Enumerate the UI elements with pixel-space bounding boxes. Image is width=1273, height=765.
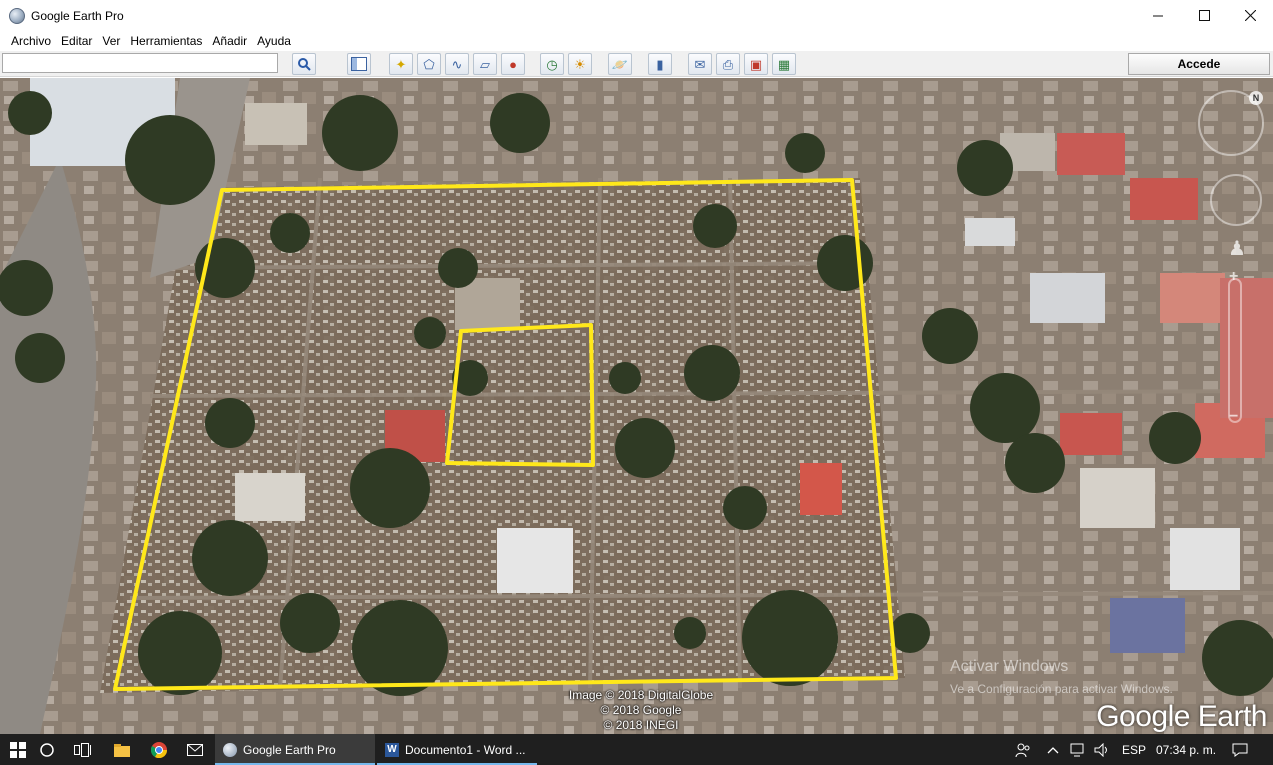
file-explorer-pin[interactable] [104,734,140,765]
email-icon: ✉ [694,56,706,72]
task-view-button[interactable] [65,734,101,765]
add-polygon-button[interactable]: ⬠ [417,53,441,75]
search-circle-icon [40,742,54,757]
email-button[interactable]: ✉ [688,53,712,75]
add-image-overlay-button[interactable]: ▱ [473,53,497,75]
attribution-line: © 2018 Google [600,703,682,717]
attribution-line: Image © 2018 DigitalGlobe [568,688,714,702]
maximize-icon [1198,10,1210,21]
ruler-button[interactable]: ▮ [648,53,672,75]
sidebar-toggle-icon [351,57,367,71]
print-icon: ⎙ [722,56,734,72]
zoom-out-icon[interactable]: − [1229,408,1238,426]
language-indicator[interactable]: ESP [1122,734,1146,765]
view-in-maps-icon: ▦ [777,56,791,72]
print-button[interactable]: ⎙ [716,53,740,75]
taskbar-app-label: Documento1 - Word ... [405,742,526,757]
chrome-pin[interactable] [141,734,177,765]
ruler-icon: ▮ [656,56,664,72]
taskbar-app-word[interactable]: W Documento1 - Word ... [377,734,537,765]
close-icon [1244,10,1256,21]
google-earth-app-icon [9,7,25,24]
word-icon: W [385,742,399,757]
close-button[interactable] [1227,0,1273,31]
historical-imagery-button[interactable]: ◷ [540,53,564,75]
minimize-icon [1152,15,1163,17]
folder-icon [114,743,130,757]
maximize-button[interactable] [1181,0,1227,31]
task-view-icon [74,742,91,757]
windows-activation-watermark: Activar Windows Ve a Configuración para … [950,658,1173,696]
mail-icon [187,743,203,756]
zoom-slider[interactable] [1228,278,1242,423]
menu-archivo[interactable]: Archivo [6,34,56,48]
map-viewport[interactable]: N ♟ + − Activar Windows Ve a Configuraci… [0,78,1273,734]
network-icon[interactable] [1070,734,1086,765]
sunlight-button[interactable]: ☀ [568,53,592,75]
search-input[interactable] [2,53,278,73]
minimize-button[interactable] [1135,0,1181,31]
save-image-button[interactable]: ▣ [744,53,768,75]
windows-logo-icon [10,741,26,758]
view-in-maps-button[interactable]: ▦ [772,53,796,75]
people-icon[interactable] [1015,734,1031,765]
switch-planet-icon: 🪐 [611,56,629,72]
watermark-line1: Activar Windows [950,658,1069,675]
search-button[interactable] [292,53,316,75]
sidebar-toggle-button[interactable] [347,53,371,75]
title-bar: Google Earth Pro [0,0,1273,31]
save-image-icon: ▣ [749,56,763,72]
toolbar: ✦ ⬠ ∿ ▱ ● ◷ ☀ 🪐 ▮ ✉ ⎙ ▣ ▦ Accede [0,51,1273,77]
show-hidden-icons-icon[interactable] [1047,734,1059,765]
add-polygon-icon: ⬠ [423,56,435,72]
taskbar-app-google-earth[interactable]: Google Earth Pro [215,734,375,765]
add-placemark-icon: ✦ [395,56,407,72]
add-path-icon: ∿ [451,56,463,72]
notifications-icon[interactable] [1232,734,1248,765]
window-title: Google Earth Pro [31,8,124,23]
historical-imagery-icon: ◷ [546,56,558,72]
menu-editar[interactable]: Editar [56,34,97,48]
accede-button[interactable]: Accede [1128,53,1270,75]
record-tour-icon: ● [509,56,517,72]
look-joystick[interactable] [1210,174,1262,226]
watermark-line2: Ve a Configuración para activar Windows. [950,682,1173,696]
satellite-imagery [0,78,1273,734]
sunlight-icon: ☀ [574,56,586,72]
menu-anadir[interactable]: Añadir [207,34,252,48]
switch-planet-button[interactable]: 🪐 [608,53,632,75]
north-button[interactable]: N [1249,91,1263,105]
windows-taskbar: Google Earth Pro W Documento1 - Word ...… [0,734,1273,765]
window-controls [1135,0,1273,31]
taskbar-app-label: Google Earth Pro [243,742,336,757]
menu-herramientas[interactable]: Herramientas [125,34,207,48]
google-earth-logo: Google Earth [1096,700,1267,733]
add-placemark-button[interactable]: ✦ [389,53,413,75]
menu-bar: Archivo Editar Ver Herramientas Añadir A… [0,31,1273,51]
add-image-overlay-icon: ▱ [480,56,490,72]
magnifier-icon [298,58,311,71]
menu-ver[interactable]: Ver [97,34,125,48]
add-path-button[interactable]: ∿ [445,53,469,75]
clock[interactable]: 07:34 p. m. [1156,734,1216,765]
menu-ayuda[interactable]: Ayuda [252,34,296,48]
google-earth-icon [223,742,237,757]
record-tour-button[interactable]: ● [501,53,525,75]
zoom-in-icon[interactable]: + [1229,268,1238,286]
chrome-icon [151,741,167,758]
imagery-attribution: Image © 2018 DigitalGlobe © 2018 Google … [560,688,722,733]
mail-pin[interactable] [177,734,213,765]
attribution-line: © 2018 INEGI [603,718,679,732]
cortana-search-button[interactable] [29,734,65,765]
street-view-pegman-icon[interactable]: ♟ [1228,236,1246,266]
volume-icon[interactable] [1094,734,1110,765]
